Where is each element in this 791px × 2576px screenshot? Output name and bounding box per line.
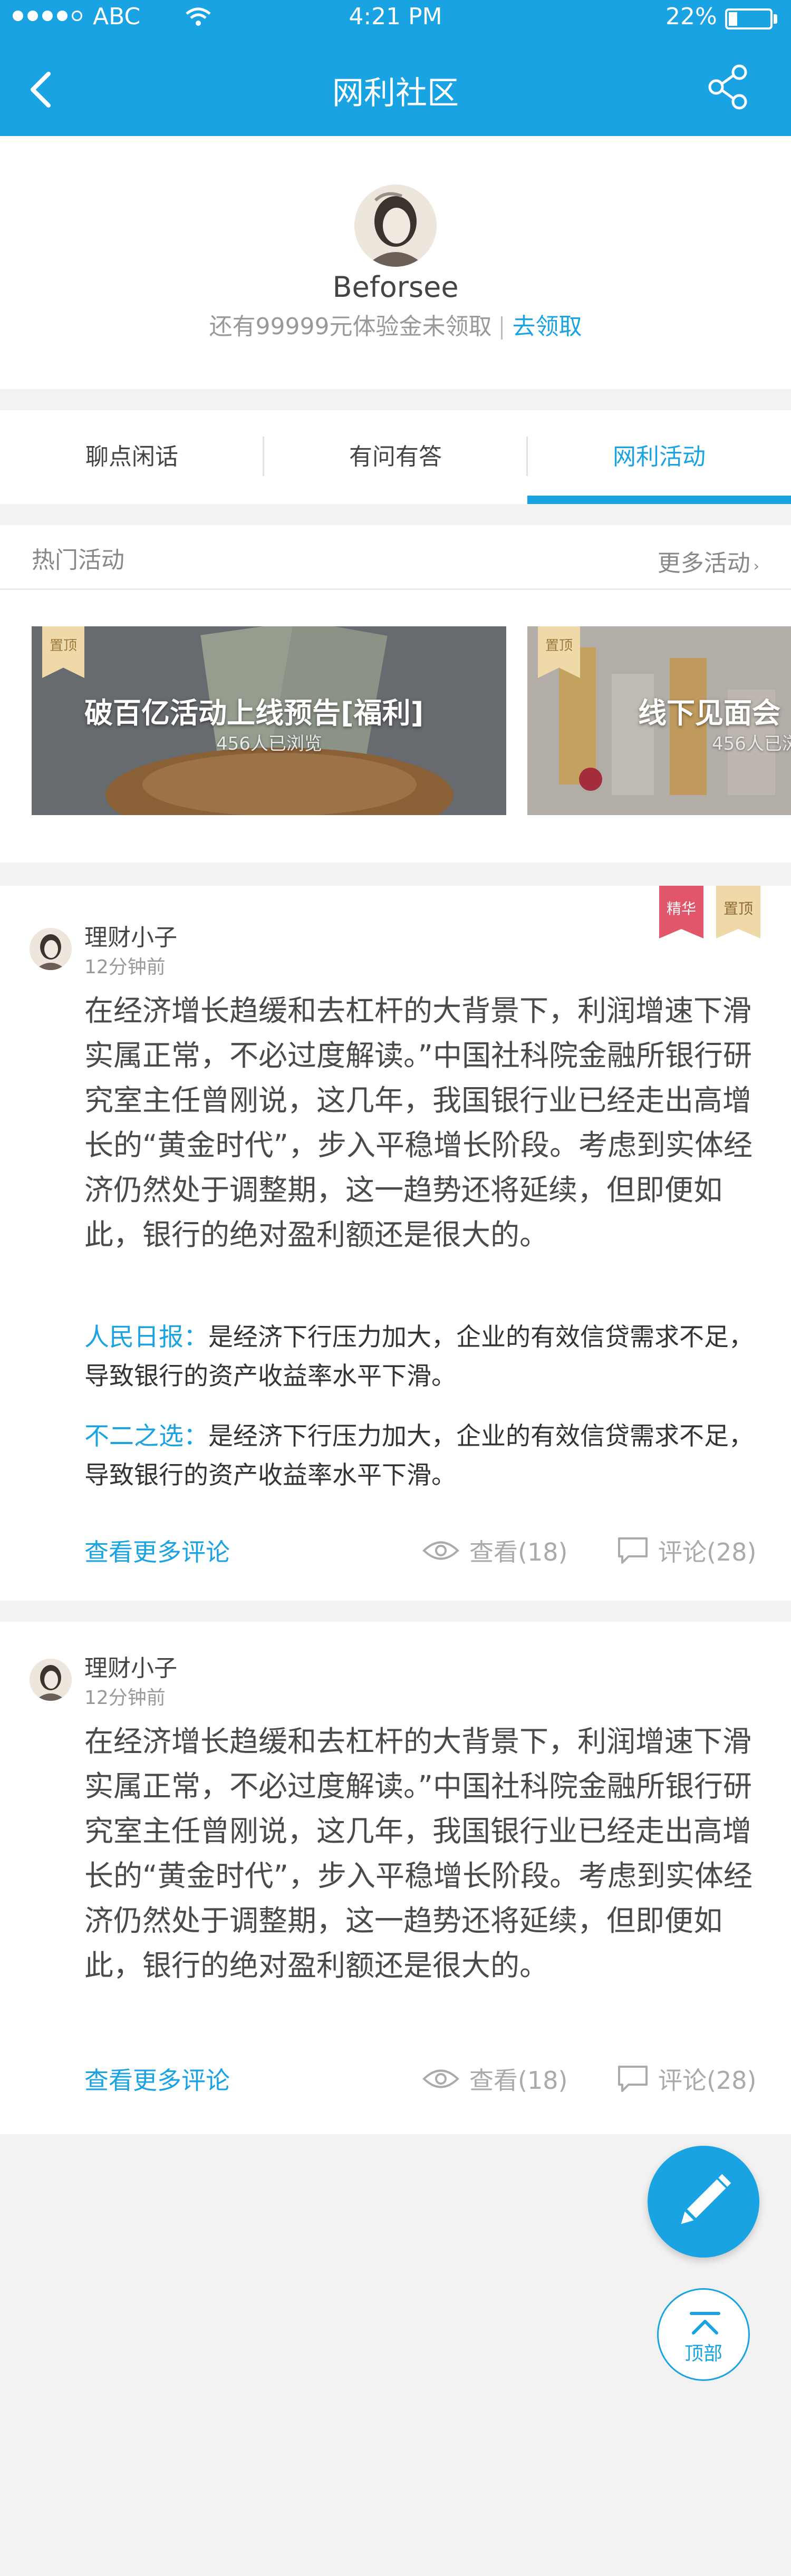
tab-activities[interactable]: 网利活动 bbox=[527, 410, 791, 504]
comment-count-label: 评论(28) bbox=[658, 2066, 757, 2095]
author-name[interactable]: 理财小子 bbox=[84, 918, 177, 952]
divider bbox=[0, 588, 791, 590]
author-avatar[interactable] bbox=[30, 928, 72, 970]
comment-count-label: 评论(28) bbox=[658, 1538, 757, 1566]
claim-link[interactable]: 去领取 bbox=[512, 313, 582, 340]
eye-icon bbox=[422, 2069, 459, 2088]
hot-activities-section: 热门活动 更多活动 › 置顶 破百亿活动上线预告[福利] 456人已浏览 置顶 线… bbox=[0, 525, 791, 863]
compose-button[interactable] bbox=[648, 2146, 759, 2258]
commenter-name[interactable]: 人民日报： bbox=[84, 1323, 208, 1352]
post-card: 精华 置顶 理财小子 12分钟前 在经济增长趋缓和去杠杆的大背景下，利润增速下滑… bbox=[0, 886, 791, 1601]
section-title: 热门活动 bbox=[32, 547, 124, 574]
pinned-badge: 置顶 bbox=[716, 886, 760, 938]
community-tabs: 聊点闲话 有问有答 网利活动 bbox=[0, 410, 791, 504]
view-count[interactable]: 查看(18) bbox=[422, 2061, 567, 2096]
share-icon[interactable] bbox=[701, 61, 754, 113]
battery-nub bbox=[774, 14, 777, 24]
activity-card[interactable]: 置顶 破百亿活动上线预告[福利] 456人已浏览 bbox=[32, 626, 506, 815]
tab-chat[interactable]: 聊点闲话 bbox=[0, 410, 264, 504]
view-count[interactable]: 查看(18) bbox=[422, 1533, 567, 1568]
post-body: 在经济增长趋缓和去杠杆的大背景下，利润增速下滑实属正常，不必过度解读。”中国社科… bbox=[84, 1725, 753, 1982]
page-title: 网利社区 bbox=[332, 75, 459, 112]
profile-section: Beforsee 还有99999元体验金未领取 去领取 bbox=[0, 136, 791, 389]
activity-title: 线下见面会 bbox=[638, 696, 780, 730]
battery-icon bbox=[725, 8, 773, 30]
battery-percent: 22% bbox=[665, 3, 717, 30]
activity-views: 456人已浏 bbox=[712, 733, 791, 754]
tab-qa[interactable]: 有问有答 bbox=[264, 410, 527, 504]
comment-item: 人民日报：是经济下行压力加大，企业的有效信贷需求不足，导致银行的资产收益率水平下… bbox=[84, 1318, 754, 1396]
view-count-label: 查看(18) bbox=[469, 2066, 568, 2095]
arrow-up-icon bbox=[690, 2312, 720, 2335]
back-to-top-label: 顶部 bbox=[684, 2343, 722, 2365]
view-count-label: 查看(18) bbox=[469, 1538, 568, 1566]
trial-fund-promo: 还有99999元体验金未领取 去领取 bbox=[0, 307, 791, 341]
username: Beforsee bbox=[332, 270, 459, 304]
chevron-right-icon: › bbox=[753, 557, 759, 575]
activity-views: 456人已浏览 bbox=[216, 733, 322, 754]
eye-icon bbox=[422, 1541, 459, 1560]
post-body: 在经济增长趋缓和去杠杆的大背景下，利润增速下滑实属正常，不必过度解读。”中国社科… bbox=[84, 994, 753, 1252]
author-avatar[interactable] bbox=[30, 1659, 72, 1701]
post-time: 12分钟前 bbox=[84, 956, 166, 978]
more-activities-link[interactable]: 更多活动 › bbox=[658, 544, 759, 578]
active-tab-indicator bbox=[527, 496, 791, 504]
comment-bubble-icon bbox=[618, 1537, 648, 1564]
more-activities-label: 更多活动 bbox=[657, 550, 750, 577]
activity-title: 破百亿活动上线预告[福利] bbox=[84, 696, 424, 730]
pencil-icon bbox=[681, 2174, 731, 2224]
post-card: 理财小子 12分钟前 在经济增长趋缓和去杠杆的大背景下，利润增速下滑实属正常，不… bbox=[0, 1622, 791, 2134]
comment-count[interactable]: 评论(28) bbox=[617, 2061, 756, 2096]
app-header: ABC 4:21 PM 22% 网利社区 bbox=[0, 0, 791, 136]
author-name[interactable]: 理财小子 bbox=[84, 1649, 177, 1683]
back-to-top-button[interactable]: 顶部 bbox=[657, 2288, 750, 2381]
promo-divider bbox=[501, 316, 503, 340]
post-time: 12分钟前 bbox=[84, 1687, 166, 1709]
activity-card[interactable]: 置顶 线下见面会 456人已浏 bbox=[527, 626, 791, 815]
featured-badge: 精华 bbox=[659, 886, 703, 938]
commenter-name[interactable]: 不二之选： bbox=[84, 1422, 208, 1451]
comment-item: 不二之选：是经济下行压力加大，企业的有效信贷需求不足，导致银行的资产收益率水平下… bbox=[84, 1417, 754, 1495]
view-more-comments-link[interactable]: 查看更多评论 bbox=[84, 2061, 230, 2096]
status-bar: ABC 4:21 PM 22% bbox=[0, 0, 791, 37]
view-more-comments-link[interactable]: 查看更多评论 bbox=[84, 1533, 230, 1568]
user-avatar[interactable] bbox=[354, 185, 437, 267]
comment-count[interactable]: 评论(28) bbox=[617, 1533, 756, 1568]
promo-text: 还有99999元体验金未领取 bbox=[209, 313, 492, 340]
comment-bubble-icon bbox=[618, 2066, 648, 2092]
